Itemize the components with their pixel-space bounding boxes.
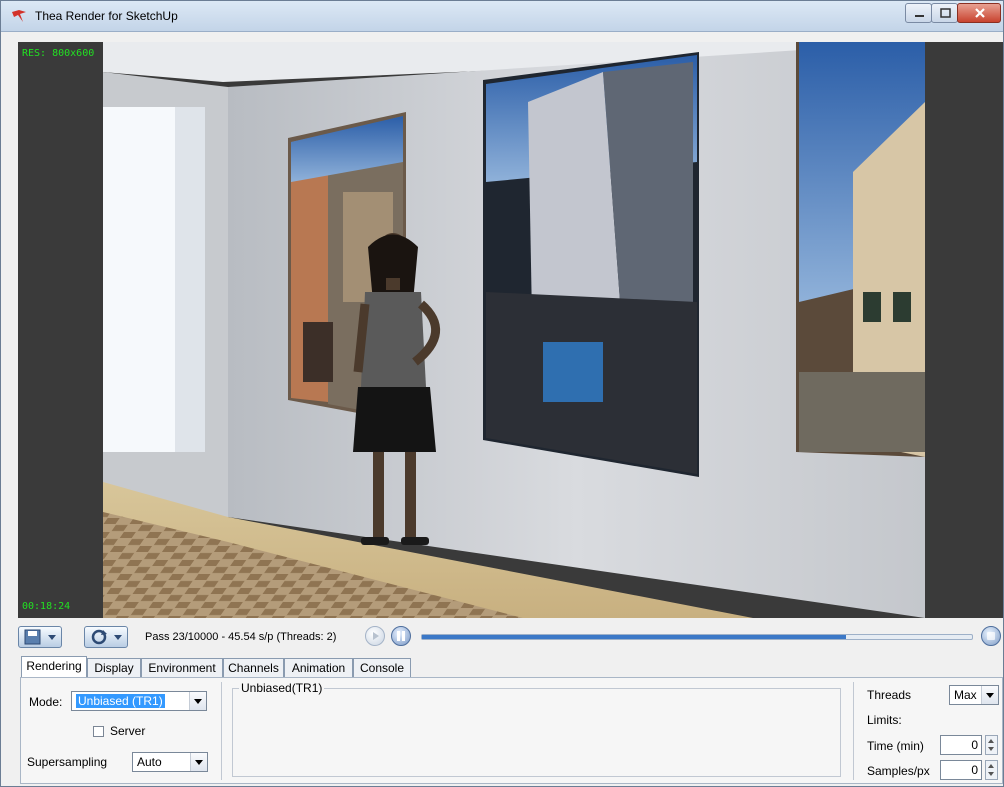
rendering-panel: Mode: Unbiased (TR1) Server Supersamplin… (20, 677, 1003, 784)
panel-divider-right (853, 682, 854, 780)
threads-select-value: Max (954, 688, 977, 702)
time-limit-input[interactable]: 0 (940, 735, 982, 755)
samples-limit-input[interactable]: 0 (940, 760, 982, 780)
maximize-button[interactable] (931, 3, 958, 23)
save-render-icon (24, 629, 56, 645)
mode-select[interactable]: Unbiased (TR1) (71, 691, 207, 711)
maximize-icon (940, 8, 951, 18)
pause-icon (397, 631, 405, 641)
resolution-label: RES: 800x600 (22, 48, 95, 59)
supersampling-select-value: Auto (137, 755, 162, 769)
render-status: Pass 23/10000 - 45.54 s/p (Threads: 2) (145, 631, 337, 643)
group-title: Unbiased(TR1) (239, 681, 325, 695)
unbiased-settings-group (232, 688, 841, 777)
samples-limit-label: Samples/px (867, 764, 930, 778)
minimize-button[interactable] (905, 3, 932, 23)
threads-label: Threads (867, 688, 912, 702)
mode-select-value: Unbiased (TR1) (76, 694, 165, 708)
pause-button[interactable] (391, 626, 411, 646)
limits-label: Limits: (867, 713, 902, 727)
app-window: Thea Render for SketchUp RES: 800x600 00… (0, 0, 1004, 787)
chevron-down-icon (981, 686, 998, 704)
time-limit-spinner[interactable] (985, 735, 998, 755)
stop-icon (987, 632, 995, 640)
tab-console[interactable]: Console (353, 658, 411, 677)
play-icon (373, 632, 379, 640)
refresh-render-icon (91, 629, 122, 645)
refresh-render-button[interactable] (84, 626, 128, 648)
tab-environment[interactable]: Environment (141, 658, 223, 677)
chevron-down-icon (190, 753, 207, 771)
render-image (103, 42, 925, 618)
close-button[interactable] (957, 3, 1001, 23)
play-button[interactable] (365, 626, 385, 646)
tab-animation[interactable]: Animation (284, 658, 353, 677)
minimize-icon (915, 15, 924, 17)
render-viewport[interactable]: RES: 800x600 00:18:24 (18, 42, 1003, 618)
tab-display[interactable]: Display (87, 658, 141, 677)
supersampling-label: Supersampling (27, 755, 108, 769)
server-checkbox[interactable] (93, 726, 104, 737)
render-progress-fill (422, 635, 846, 639)
panel-divider-left (221, 682, 222, 780)
mode-label: Mode: (29, 695, 63, 709)
save-render-button[interactable] (18, 626, 62, 648)
title-bar: Thea Render for SketchUp (1, 1, 1003, 32)
close-icon (975, 8, 985, 18)
supersampling-select[interactable]: Auto (132, 752, 208, 772)
tab-rendering[interactable]: Rendering (21, 656, 87, 678)
render-progress-bar (421, 634, 973, 640)
elapsed-time-label: 00:18:24 (22, 601, 71, 612)
samples-limit-spinner[interactable] (985, 760, 998, 780)
window-title: Thea Render for SketchUp (35, 9, 178, 23)
server-label: Server (110, 724, 146, 738)
stop-button[interactable] (981, 626, 1001, 646)
threads-select[interactable]: Max (949, 685, 999, 705)
chevron-down-icon (189, 692, 206, 710)
time-limit-label: Time (min) (867, 739, 924, 753)
tab-channels[interactable]: Channels (223, 658, 284, 677)
thea-logo-icon (12, 10, 26, 22)
render-controls: Pass 23/10000 - 45.54 s/p (Threads: 2) (18, 620, 1003, 654)
